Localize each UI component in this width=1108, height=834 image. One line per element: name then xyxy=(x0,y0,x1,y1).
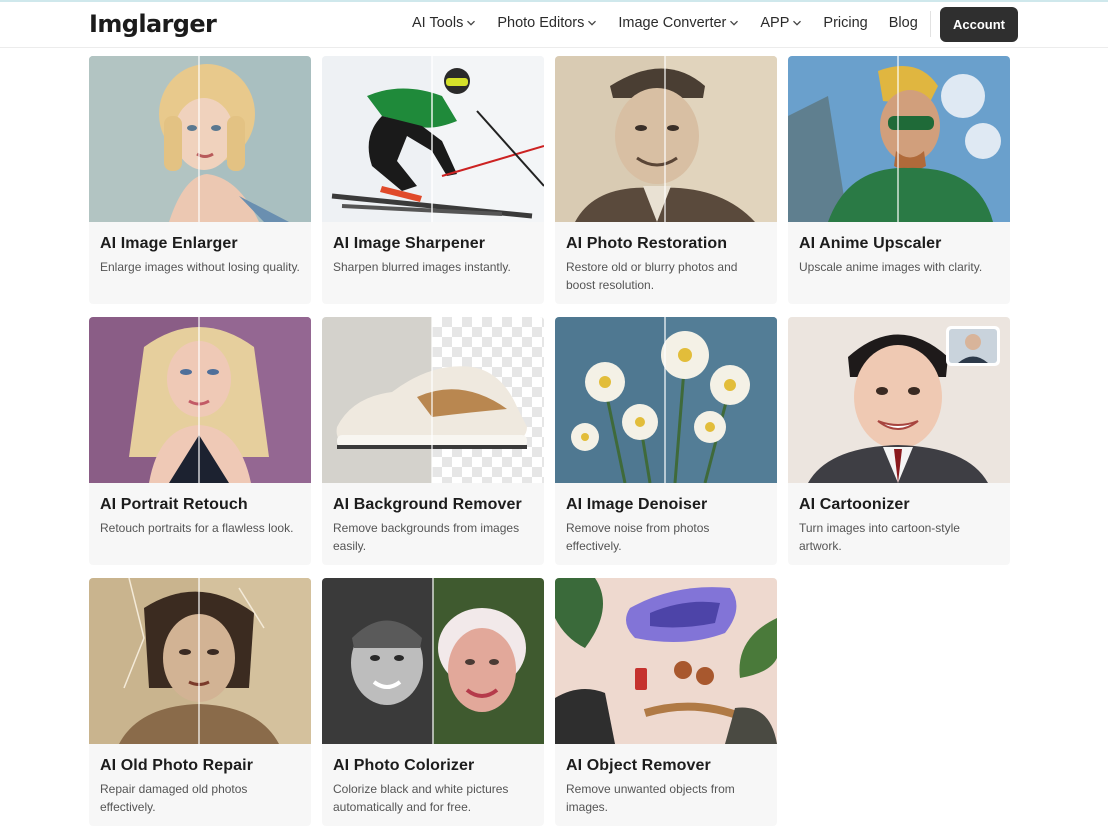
card-description: Colorize black and white pictures automa… xyxy=(333,782,509,814)
thumbnail-woman-portrait xyxy=(89,317,311,483)
tool-card-image-enlarger[interactable]: AI Image Enlarger Enlarge images without… xyxy=(89,56,311,304)
nav-image-converter[interactable]: Image Converter xyxy=(618,15,739,31)
card-description: Turn images into cartoon-style artwork. xyxy=(799,521,960,553)
thumbnail-anime-hero xyxy=(788,56,1010,222)
tool-card-portrait-retouch[interactable]: AI Portrait Retouch Retouch portraits fo… xyxy=(89,317,311,565)
chevron-down-icon xyxy=(730,20,739,26)
nav-label: Pricing xyxy=(823,15,868,31)
nav-label: Image Converter xyxy=(618,15,727,31)
thumbnail-sneaker xyxy=(322,317,544,483)
chevron-down-icon xyxy=(793,20,802,26)
card-title: AI Image Sharpener xyxy=(333,235,486,252)
thumbnail-boy-and-grandma xyxy=(322,578,544,744)
nav-label: Blog xyxy=(888,15,918,31)
tool-card-background-remover[interactable]: AI Background Remover Remove backgrounds… xyxy=(322,317,544,565)
chevron-down-icon xyxy=(588,20,597,26)
thumbnail-cartoon-man xyxy=(788,317,1010,483)
card-title: AI Anime Upscaler xyxy=(799,235,942,252)
tool-card-anime-upscaler[interactable]: AI Anime Upscaler Upscale anime images w… xyxy=(788,56,1010,304)
card-description: Retouch portraits for a flawless look. xyxy=(100,521,294,535)
tool-card-old-photo-repair[interactable]: AI Old Photo Repair Repair damaged old p… xyxy=(89,578,311,826)
card-title: AI Image Denoiser xyxy=(566,496,708,513)
card-description: Restore old or blurry photos and boost r… xyxy=(566,260,738,292)
chevron-down-icon xyxy=(467,20,476,26)
card-title: AI Background Remover xyxy=(333,496,522,513)
card-description: Remove noise from photos effectively. xyxy=(566,521,710,553)
nav-app[interactable]: APP xyxy=(760,15,802,31)
thumbnail-daisies xyxy=(555,317,777,483)
card-title: AI Cartoonizer xyxy=(799,496,910,513)
card-description: Repair damaged old photos effectively. xyxy=(100,782,248,814)
thumbnail-vintage-woman xyxy=(89,578,311,744)
thumbnail-old-man xyxy=(555,56,777,222)
nav-label: Photo Editors xyxy=(497,15,585,31)
tool-card-photo-colorizer[interactable]: AI Photo Colorizer Colorize black and wh… xyxy=(322,578,544,826)
tool-card-photo-restoration[interactable]: AI Photo Restoration Restore old or blur… xyxy=(555,56,777,304)
thumbnail-flatlay-objects xyxy=(555,578,777,744)
card-description: Upscale anime images with clarity. xyxy=(799,260,983,274)
card-title: AI Old Photo Repair xyxy=(100,757,254,774)
card-description: Remove unwanted objects from images. xyxy=(566,782,735,814)
card-title: AI Image Enlarger xyxy=(100,235,238,252)
card-title: AI Portrait Retouch xyxy=(100,496,248,513)
tool-card-object-remover[interactable]: AI Object Remover Remove unwanted object… xyxy=(555,578,777,826)
tool-card-image-sharpener[interactable]: AI Image Sharpener Sharpen blurred image… xyxy=(322,56,544,304)
nav-ai-tools[interactable]: AI Tools xyxy=(412,15,476,31)
nav-label: AI Tools xyxy=(412,15,464,31)
card-description: Remove backgrounds from images easily. xyxy=(333,521,520,553)
nav-pricing[interactable]: Pricing xyxy=(823,15,867,31)
site-header: Imglarger AI Tools Photo Editors Image C… xyxy=(0,2,1108,48)
card-description: Enlarge images without losing quality. xyxy=(100,260,300,274)
tool-card-cartoonizer[interactable]: AI Cartoonizer Turn images into cartoon-… xyxy=(788,317,1010,565)
account-button[interactable]: Account xyxy=(940,7,1018,42)
thumbnail-blonde-portrait xyxy=(89,56,311,222)
thumbnail-skier xyxy=(322,56,544,222)
nav-photo-editors[interactable]: Photo Editors xyxy=(497,15,597,31)
card-title: AI Photo Restoration xyxy=(566,235,728,252)
card-title: AI Object Remover xyxy=(566,757,711,774)
card-description: Sharpen blurred images instantly. xyxy=(333,260,511,274)
nav-divider xyxy=(930,11,931,37)
nav-label: APP xyxy=(760,15,790,31)
card-title: AI Photo Colorizer xyxy=(333,757,475,774)
nav-blog[interactable]: Blog xyxy=(889,15,918,31)
logo[interactable]: Imglarger xyxy=(89,10,217,38)
tool-card-image-denoiser[interactable]: AI Image Denoiser Remove noise from phot… xyxy=(555,317,777,565)
main-nav: AI Tools Photo Editors Image Converter A… xyxy=(412,15,939,31)
